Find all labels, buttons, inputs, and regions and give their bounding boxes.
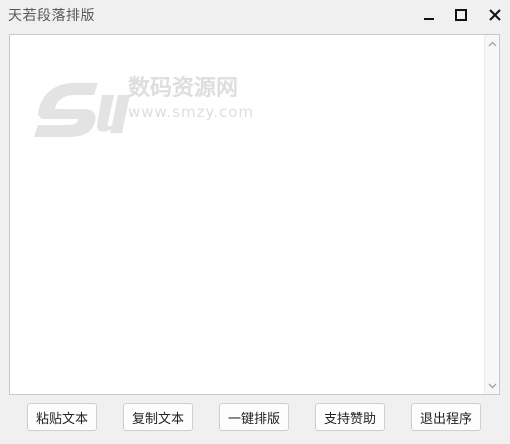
exit-program-button[interactable]: 退出程序: [411, 403, 481, 431]
support-donate-button[interactable]: 支持赞助: [315, 403, 385, 431]
chevron-up-icon: [488, 41, 497, 46]
paste-text-button[interactable]: 粘贴文本: [27, 403, 97, 431]
text-input-area[interactable]: [10, 35, 485, 394]
minimize-button[interactable]: [412, 0, 446, 30]
close-button[interactable]: [478, 0, 510, 30]
vertical-scrollbar[interactable]: [484, 35, 499, 394]
scroll-down-button[interactable]: [485, 378, 500, 393]
text-editor: 数码资源网 www.smzy.com: [9, 34, 500, 395]
maximize-button[interactable]: [444, 0, 478, 30]
window-title: 天若段落排版: [8, 8, 95, 24]
one-click-format-button[interactable]: 一键排版: [219, 403, 289, 431]
app-window: 天若段落排版 数码资源网 www.smzy.com 粘贴文本 复制文本 一键排版…: [0, 0, 510, 444]
chevron-down-icon: [488, 383, 497, 388]
close-icon: [489, 9, 501, 21]
copy-text-button[interactable]: 复制文本: [123, 403, 193, 431]
maximize-icon: [455, 9, 467, 21]
scroll-up-button[interactable]: [485, 36, 500, 51]
title-bar[interactable]: 天若段落排版: [0, 0, 510, 30]
minimize-icon: [424, 18, 434, 20]
